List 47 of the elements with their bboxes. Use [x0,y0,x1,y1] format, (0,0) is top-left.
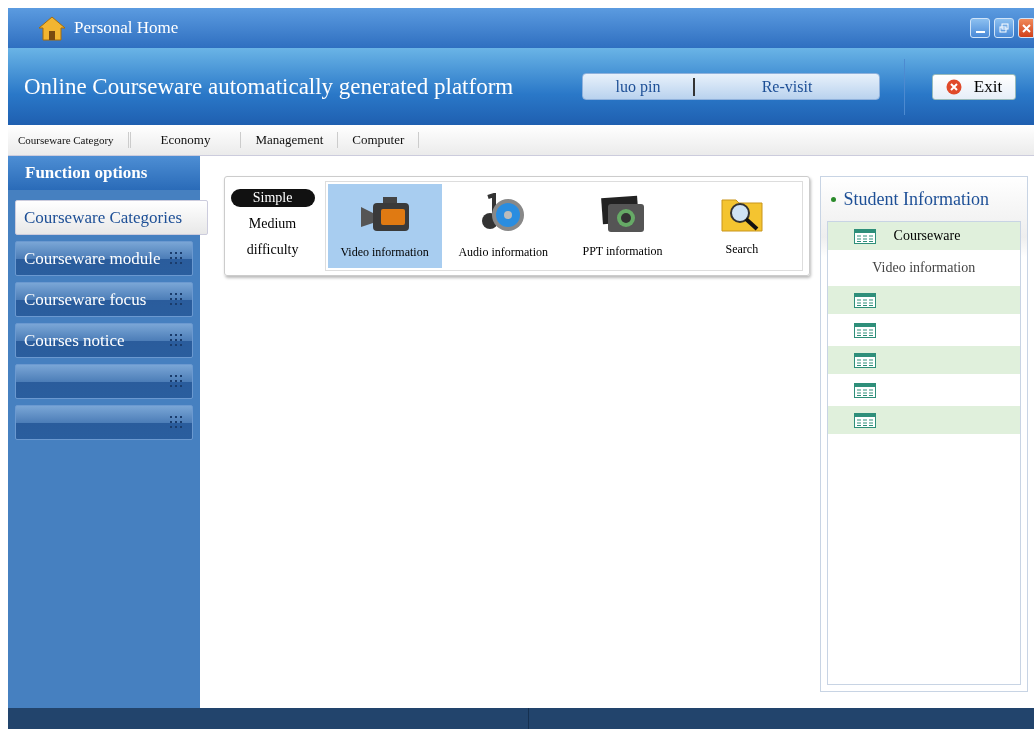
category-tab[interactable]: Computer [338,132,420,148]
sidebar-item[interactable]: Courseware Categories [15,200,208,235]
close-icon [1021,23,1031,33]
minimize-icon [975,31,985,33]
exit-button[interactable]: Exit [932,73,1016,100]
list-row[interactable]: Courseware [827,222,1020,250]
sidebar-item[interactable]: Courseware focus [15,282,193,317]
difficulty-option[interactable]: Simple [230,189,315,207]
table-icon [853,382,876,398]
window-title: Personal Home [74,18,179,38]
table-icon [853,352,876,368]
sidebar-item[interactable] [15,364,193,399]
grip-icon [169,334,184,348]
category-tab[interactable]: Economy [130,132,242,148]
table-icon [853,228,876,244]
grip-icon [169,416,184,430]
restore-button[interactable] [994,18,1014,38]
table-icon [853,292,876,308]
list-row[interactable]: Video information [827,250,1020,286]
list-row[interactable] [827,346,1020,374]
user-name: luo pin [583,77,695,96]
house-icon [38,15,66,41]
table-icon [853,322,876,338]
sidebar-item[interactable] [15,405,193,440]
bullet-icon [830,196,836,202]
close-button[interactable] [1018,18,1034,38]
grip-icon [169,293,184,307]
platform-title: Online Courseware automatically generated platform [24,73,515,100]
sidebar-title: Function options [8,156,200,190]
grip-icon [169,252,184,266]
row-label: Courseware [893,228,961,244]
table-icon [853,412,876,428]
revisit-link[interactable]: Re-visit [695,76,879,97]
close-icon [945,78,962,95]
tool-button[interactable]: Video information [327,184,442,268]
sidebar-item[interactable]: Courseware module [15,241,193,276]
difficulty-option[interactable]: Medium difficulty [230,211,315,263]
grip-icon [169,375,184,389]
category-label: Courseware Category [8,132,131,148]
panel-title: Student Information [843,188,990,210]
category-tab[interactable]: Management [241,132,339,148]
list-row[interactable] [827,406,1020,434]
minimize-button[interactable] [970,18,990,38]
list-row[interactable] [827,286,1020,314]
photo-camera-icon [599,193,646,234]
restore-icon [999,23,1009,33]
sidebar-item[interactable]: Courses notice [15,323,193,358]
